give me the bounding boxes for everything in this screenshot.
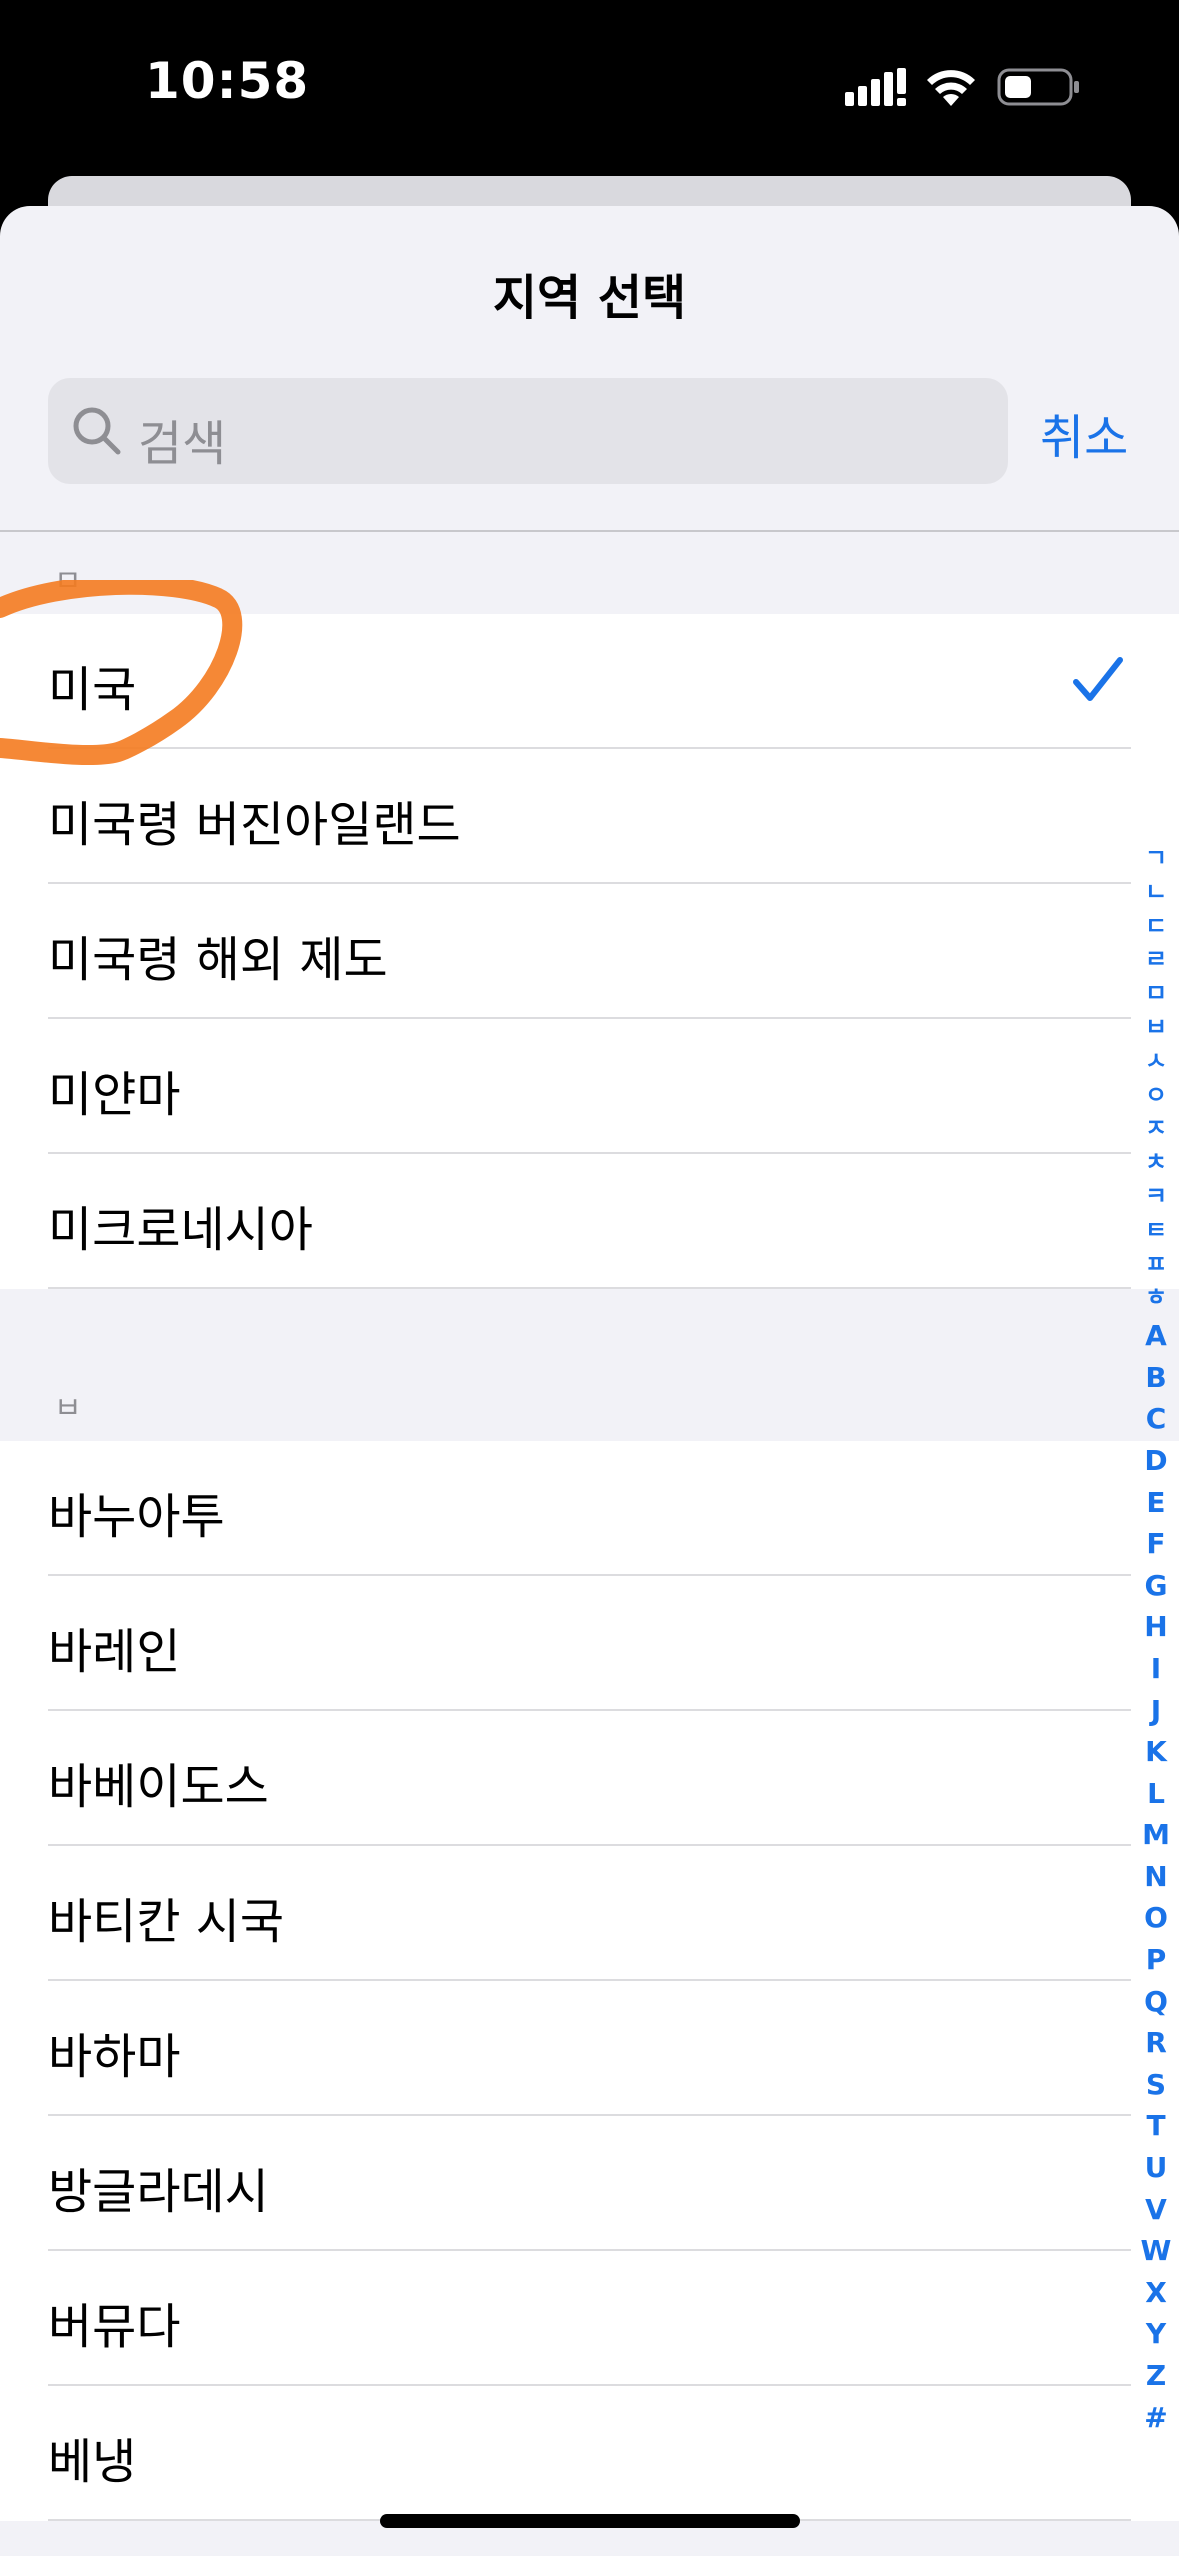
search-icon	[73, 407, 121, 455]
index-letter[interactable]: F	[1136, 1523, 1176, 1565]
index-letter[interactable]: T	[1136, 2105, 1176, 2147]
index-letter[interactable]: ㅋ	[1136, 1180, 1176, 1214]
list-item-label: 미국령 해외 제도	[48, 932, 388, 988]
index-letter[interactable]: ㅌ	[1136, 1214, 1176, 1248]
index-letter[interactable]: A	[1136, 1315, 1176, 1357]
section-letter: ㅂ	[54, 1391, 82, 1426]
index-letter[interactable]: B	[1136, 1357, 1176, 1399]
list-item-label: 바하마	[48, 2029, 181, 2085]
index-letter[interactable]: ㅍ	[1136, 1248, 1176, 1282]
index-letter[interactable]: V	[1136, 2189, 1176, 2231]
list-item-label: 바베이도스	[48, 1759, 269, 1815]
section-header: ㅂ	[0, 1289, 1179, 1441]
index-letter[interactable]: E	[1136, 1482, 1176, 1524]
section-rows: 바누아투 바레인 바베이도스 바티칸 시국 바하마 방글라데시 버뮤다 베냉	[0, 1441, 1179, 2521]
index-letter[interactable]: C	[1136, 1398, 1176, 1440]
index-letter[interactable]: W	[1136, 2230, 1176, 2272]
list-item[interactable]: 바하마	[0, 1981, 1179, 2116]
index-letter[interactable]: O	[1136, 1897, 1176, 1939]
list-item-label: 바레인	[48, 1624, 181, 1680]
list-item-label: 베냉	[48, 2434, 137, 2490]
status-bar: 10:58	[0, 0, 1179, 175]
list-item-label: 미국령 버진아일랜드	[48, 797, 461, 853]
region-picker-sheet: 지역 선택 검색 취소 ㅁ 미국 미국령 버진아일랜드 미국령 해외 제도 미얀…	[0, 206, 1179, 2556]
home-indicator	[380, 2514, 800, 2528]
list-item[interactable]: 미국령 버진아일랜드	[0, 749, 1179, 884]
index-letter[interactable]: Q	[1136, 1981, 1176, 2023]
checkmark-icon	[1073, 657, 1123, 701]
list-item[interactable]: 미국령 해외 제도	[0, 884, 1179, 1019]
list-item-label: 미얀마	[48, 1067, 181, 1123]
list-item-label: 미크로네시아	[48, 1202, 313, 1258]
list-item[interactable]: 버뮤다	[0, 2251, 1179, 2386]
sheet-title: 지역 선택	[492, 270, 687, 326]
index-letter[interactable]: ㅅ	[1136, 1045, 1176, 1079]
index-letter[interactable]: Z	[1136, 2355, 1176, 2397]
cellular-signal-icon	[845, 68, 906, 106]
index-letter[interactable]: G	[1136, 1565, 1176, 1607]
cancel-button[interactable]: 취소	[1040, 398, 1128, 468]
index-letter[interactable]: ㅎ	[1136, 1281, 1176, 1315]
index-letter[interactable]: ㅇ	[1136, 1079, 1176, 1113]
list-item[interactable]: 베냉	[0, 2386, 1179, 2521]
list-item[interactable]: 바누아투	[0, 1441, 1179, 1576]
wifi-icon	[927, 70, 975, 106]
index-letter[interactable]: R	[1136, 2022, 1176, 2064]
list-item[interactable]: 미크로네시아	[0, 1154, 1179, 1289]
search-input[interactable]: 검색	[48, 378, 1008, 484]
status-time: 10:58	[145, 52, 310, 110]
region-list[interactable]: ㅁ 미국 미국령 버진아일랜드 미국령 해외 제도 미얀마 미크로네시아 ㅂ 바…	[0, 532, 1179, 2556]
list-item[interactable]: 미얀마	[0, 1019, 1179, 1154]
index-letter[interactable]: U	[1136, 2147, 1176, 2189]
list-item-label: 방글라데시	[48, 2164, 269, 2220]
battery-icon	[997, 68, 1079, 106]
index-letter[interactable]: D	[1136, 1440, 1176, 1482]
index-letter[interactable]: H	[1136, 1606, 1176, 1648]
list-item-label: 바티칸 시국	[48, 1894, 285, 1950]
index-letter[interactable]: ㄷ	[1136, 910, 1176, 944]
list-item[interactable]: 방글라데시	[0, 2116, 1179, 2251]
index-letter[interactable]: N	[1136, 1856, 1176, 1898]
section-index-bar[interactable]: ㄱㄴㄷㄹㅁㅂㅅㅇㅈㅊㅋㅌㅍㅎABCDEFGHIJKLMNOPQRSTUVWXYZ…	[1136, 842, 1176, 2438]
index-letter[interactable]: ㅂ	[1136, 1011, 1176, 1045]
index-letter[interactable]: ㅈ	[1136, 1112, 1176, 1146]
index-letter[interactable]: S	[1136, 2064, 1176, 2106]
list-item-label: 바누아투	[48, 1489, 225, 1545]
search-placeholder: 검색	[138, 416, 227, 472]
list-item[interactable]: 바레인	[0, 1576, 1179, 1711]
index-letter[interactable]: ㄹ	[1136, 943, 1176, 977]
list-item[interactable]: 바티칸 시국	[0, 1846, 1179, 1981]
section-letter: ㅁ	[54, 564, 82, 599]
index-letter[interactable]: I	[1136, 1648, 1176, 1690]
list-item-label: 미국	[48, 662, 137, 718]
index-letter[interactable]: #	[1136, 2397, 1176, 2439]
index-letter[interactable]: M	[1136, 1814, 1176, 1856]
section-rows: 미국 미국령 버진아일랜드 미국령 해외 제도 미얀마 미크로네시아	[0, 614, 1179, 1289]
list-item[interactable]: 미국	[0, 614, 1179, 749]
index-letter[interactable]: X	[1136, 2272, 1176, 2314]
index-letter[interactable]: K	[1136, 1731, 1176, 1773]
index-letter[interactable]: ㅊ	[1136, 1146, 1176, 1180]
index-letter[interactable]: J	[1136, 1690, 1176, 1732]
index-letter[interactable]: ㄴ	[1136, 876, 1176, 910]
index-letter[interactable]: Y	[1136, 2313, 1176, 2355]
list-item[interactable]: 바베이도스	[0, 1711, 1179, 1846]
index-letter[interactable]: ㄱ	[1136, 842, 1176, 876]
section-header: ㅁ	[0, 532, 1179, 614]
index-letter[interactable]: ㅁ	[1136, 977, 1176, 1011]
index-letter[interactable]: P	[1136, 1939, 1176, 1981]
list-item-label: 버뮤다	[48, 2299, 181, 2355]
index-letter[interactable]: L	[1136, 1773, 1176, 1815]
